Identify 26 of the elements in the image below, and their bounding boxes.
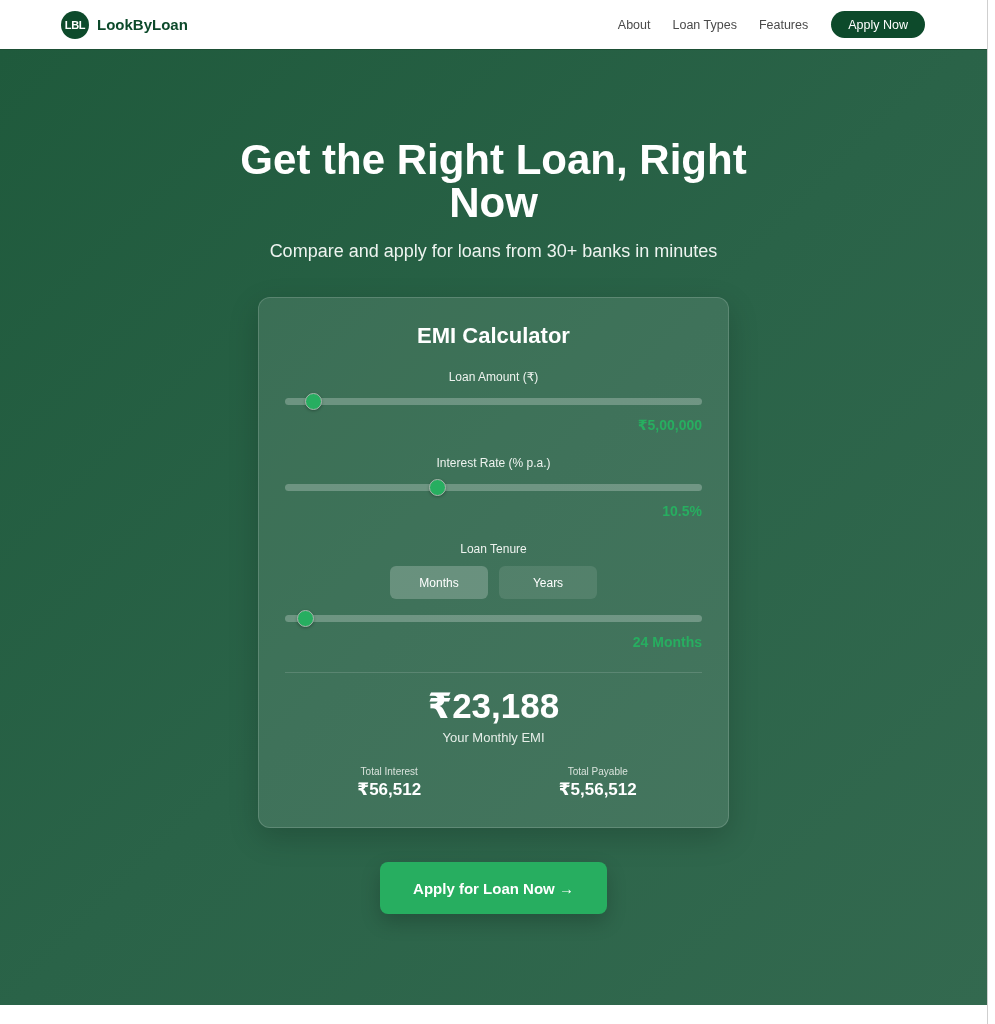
slider-thumb[interactable] (305, 393, 322, 410)
apply-now-button[interactable]: Apply Now (831, 11, 925, 38)
field-label: Loan Amount (₹) (448, 369, 539, 385)
hero-subtitle: Compare and apply for loans from 30+ banks in minutes (269, 240, 718, 263)
slider-thumb[interactable] (297, 610, 314, 627)
field-label: Loan Tenure (460, 541, 527, 557)
total-label: Total Payable (567, 765, 628, 779)
tenure-toggle[interactable]: Months (390, 566, 488, 599)
hero-title: Get the Right Loan, Right Now (239, 138, 748, 224)
brand-name[interactable]: LookByLoan (97, 16, 188, 33)
slider-value: 10.5% (662, 502, 702, 520)
slider-thumb[interactable] (429, 479, 446, 496)
logo-mark[interactable]: LBL (61, 10, 89, 39)
total-value: ₹56,512 (357, 780, 422, 800)
field-label: Interest Rate (% p.a.) (436, 455, 551, 471)
nav-link[interactable]: Loan Types (672, 17, 737, 32)
emi-amount: ₹23,188 (427, 685, 560, 727)
nav-link[interactable]: Features (758, 17, 809, 32)
nav-link[interactable]: About (617, 17, 651, 32)
calculator-title: EMI Calculator (416, 322, 571, 350)
slider-value: 24 Months (632, 633, 702, 651)
slider-value: ₹5,00,000 (637, 416, 702, 434)
total-value: ₹5,56,512 (558, 780, 637, 800)
total-label: Total Interest (360, 765, 418, 779)
emi-label: Your Monthly EMI (442, 729, 545, 747)
tenure-toggle[interactable]: Years (499, 566, 597, 599)
